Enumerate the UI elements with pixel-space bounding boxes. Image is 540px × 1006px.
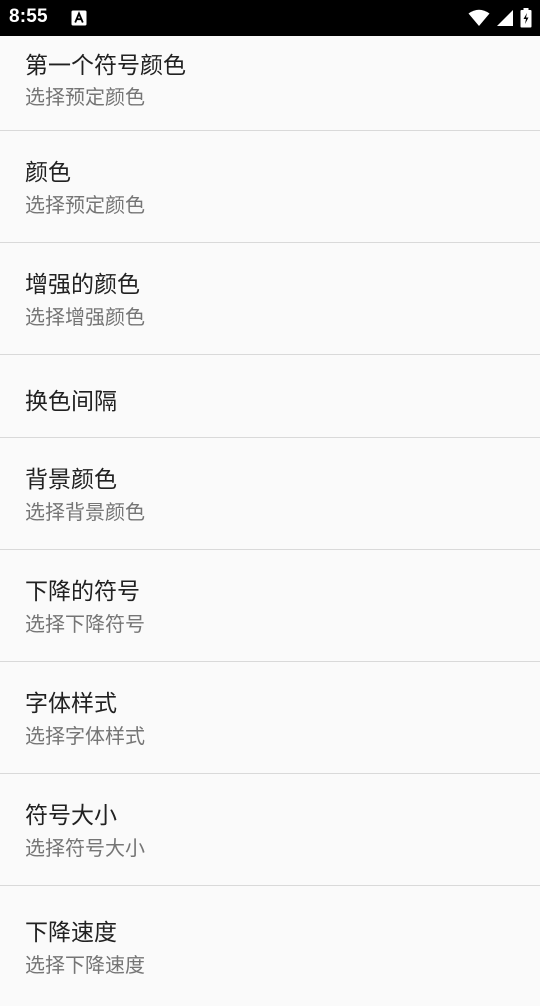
status-time: 8:55: [9, 6, 48, 27]
pref-title: 换色间隔: [25, 389, 117, 415]
pref-summary: 选择字体样式: [25, 724, 145, 748]
pref-color[interactable]: 颜色 选择预定颜色: [0, 131, 540, 243]
pref-title: 符号大小: [25, 803, 117, 829]
pref-title: 第一个符号颜色: [25, 53, 186, 79]
pref-summary: 选择下降速度: [25, 953, 145, 977]
pref-summary: 选择预定颜色: [25, 85, 145, 109]
battery-charging-icon: [520, 8, 532, 28]
pref-falling-symbol[interactable]: 下降的符号 选择下降符号: [0, 550, 540, 662]
pref-color-interval[interactable]: 换色间隔: [0, 355, 540, 438]
pref-enhanced-color[interactable]: 增强的颜色 选择增强颜色: [0, 243, 540, 355]
pref-summary: 选择预定颜色: [25, 193, 145, 217]
pref-summary: 选择符号大小: [25, 836, 145, 860]
pref-first-symbol-color[interactable]: 第一个符号颜色 选择预定颜色: [0, 36, 540, 131]
pref-background-color[interactable]: 背景颜色 选择背景颜色: [0, 438, 540, 550]
pref-summary: 选择背景颜色: [25, 500, 145, 524]
wifi-icon: [468, 9, 490, 26]
status-icons: [468, 7, 532, 29]
pref-title: 增强的颜色: [25, 272, 140, 298]
pref-symbol-size[interactable]: 符号大小 选择符号大小: [0, 774, 540, 886]
pref-title: 颜色: [25, 160, 71, 186]
pref-falling-speed[interactable]: 下降速度 选择下降速度: [0, 886, 540, 1006]
pref-font-style[interactable]: 字体样式 选择字体样式: [0, 662, 540, 774]
status-bar: 8:55: [0, 0, 540, 36]
cell-signal-icon: [497, 10, 513, 26]
pref-summary: 选择下降符号: [25, 612, 145, 636]
preferences-list: 第一个符号颜色 选择预定颜色 颜色 选择预定颜色 增强的颜色 选择增强颜色 换色…: [0, 36, 540, 1006]
pref-summary: 选择增强颜色: [25, 305, 145, 329]
pref-title: 下降速度: [25, 920, 117, 946]
pref-title: 背景颜色: [25, 467, 117, 493]
pref-title: 字体样式: [25, 691, 117, 717]
accessibility-notification-icon: [71, 10, 87, 26]
pref-title: 下降的符号: [25, 579, 140, 605]
